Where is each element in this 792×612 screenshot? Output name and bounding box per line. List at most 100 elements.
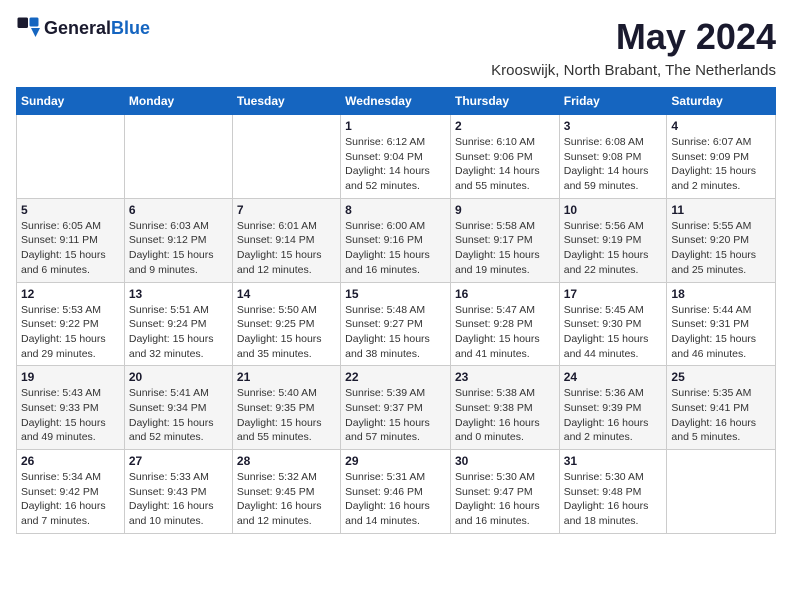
day-cell-4-1: 27Sunrise: 5:33 AM Sunset: 9:43 PM Dayli… <box>124 450 232 534</box>
day-cell-0-1 <box>124 115 232 199</box>
page-container: GeneralBlue May 2024 Krooswijk, North Br… <box>16 16 776 534</box>
logo: GeneralBlue <box>16 16 150 40</box>
day-info: Sunrise: 5:48 AM Sunset: 9:27 PM Dayligh… <box>345 303 446 362</box>
day-cell-2-2: 14Sunrise: 5:50 AM Sunset: 9:25 PM Dayli… <box>232 282 340 366</box>
day-number: 26 <box>21 454 120 468</box>
day-info: Sunrise: 5:58 AM Sunset: 9:17 PM Dayligh… <box>455 219 555 278</box>
day-cell-0-4: 2 Sunrise: 6:10 AM Sunset: 9:06 PM Daylig… <box>450 115 559 199</box>
logo-blue: Blue <box>111 18 150 38</box>
day-number: 21 <box>237 370 336 384</box>
day-info: Sunrise: 6:07 AM Sunset: 9:09 PM Dayligh… <box>671 135 771 194</box>
day-number: 31 <box>564 454 663 468</box>
day-info: Sunrise: 5:38 AM Sunset: 9:38 PM Dayligh… <box>455 386 555 445</box>
day-info: Sunrise: 5:51 AM Sunset: 9:24 PM Dayligh… <box>129 303 228 362</box>
week-row-1: 1 Sunrise: 6:12 AM Sunset: 9:04 PM Daylig… <box>17 115 776 199</box>
day-cell-1-0: 5Sunrise: 6:05 AM Sunset: 9:11 PM Daylig… <box>17 198 125 282</box>
day-number: 8 <box>345 203 446 217</box>
day-cell-0-2 <box>232 115 340 199</box>
day-number: 24 <box>564 370 663 384</box>
day-info: Sunrise: 5:40 AM Sunset: 9:35 PM Dayligh… <box>237 386 336 445</box>
day-cell-4-3: 29 Sunrise: 5:31 AM Sunset: 9:46 PM Dayli… <box>341 450 451 534</box>
day-cell-3-6: 25Sunrise: 5:35 AM Sunset: 9:41 PM Dayli… <box>667 366 776 450</box>
day-info: Sunrise: 5:47 AM Sunset: 9:28 PM Dayligh… <box>455 303 555 362</box>
col-monday: Monday <box>124 88 232 115</box>
day-info: Sunrise: 6:10 AM Sunset: 9:06 PM Dayligh… <box>455 135 555 194</box>
day-cell-1-3: 8 Sunrise: 6:00 AM Sunset: 9:16 PM Daylig… <box>341 198 451 282</box>
day-cell-2-6: 18Sunrise: 5:44 AM Sunset: 9:31 PM Dayli… <box>667 282 776 366</box>
day-cell-4-4: 30 Sunrise: 5:30 AM Sunset: 9:47 PM Dayli… <box>450 450 559 534</box>
col-tuesday: Tuesday <box>232 88 340 115</box>
day-number: 29 <box>345 454 446 468</box>
day-cell-3-3: 22Sunrise: 5:39 AM Sunset: 9:37 PM Dayli… <box>341 366 451 450</box>
day-number: 28 <box>237 454 336 468</box>
generalblue-icon <box>16 16 40 40</box>
day-number: 25 <box>671 370 771 384</box>
day-number: 2 <box>455 119 555 133</box>
day-number: 17 <box>564 287 663 301</box>
day-number: 22 <box>345 370 446 384</box>
week-row-3: 12Sunrise: 5:53 AM Sunset: 9:22 PM Dayli… <box>17 282 776 366</box>
col-wednesday: Wednesday <box>341 88 451 115</box>
day-cell-3-5: 24 Sunrise: 5:36 AM Sunset: 9:39 PM Dayli… <box>559 366 667 450</box>
day-number: 16 <box>455 287 555 301</box>
day-cell-1-4: 9Sunrise: 5:58 AM Sunset: 9:17 PM Daylig… <box>450 198 559 282</box>
day-info: Sunrise: 5:56 AM Sunset: 9:19 PM Dayligh… <box>564 219 663 278</box>
day-cell-3-2: 21 Sunrise: 5:40 AM Sunset: 9:35 PM Dayli… <box>232 366 340 450</box>
day-info: Sunrise: 6:08 AM Sunset: 9:08 PM Dayligh… <box>564 135 663 194</box>
day-cell-1-2: 7 Sunrise: 6:01 AM Sunset: 9:14 PM Daylig… <box>232 198 340 282</box>
day-number: 10 <box>564 203 663 217</box>
col-friday: Friday <box>559 88 667 115</box>
day-number: 5 <box>21 203 120 217</box>
day-number: 18 <box>671 287 771 301</box>
header: GeneralBlue May 2024 <box>16 16 776 58</box>
day-info: Sunrise: 5:45 AM Sunset: 9:30 PM Dayligh… <box>564 303 663 362</box>
location-title: Krooswijk, North Brabant, The Netherland… <box>16 62 776 79</box>
day-info: Sunrise: 5:31 AM Sunset: 9:46 PM Dayligh… <box>345 470 446 529</box>
day-number: 1 <box>345 119 446 133</box>
day-info: Sunrise: 5:32 AM Sunset: 9:45 PM Dayligh… <box>237 470 336 529</box>
day-cell-2-4: 16 Sunrise: 5:47 AM Sunset: 9:28 PM Dayli… <box>450 282 559 366</box>
day-number: 4 <box>671 119 771 133</box>
day-info: Sunrise: 5:43 AM Sunset: 9:33 PM Dayligh… <box>21 386 120 445</box>
day-info: Sunrise: 5:53 AM Sunset: 9:22 PM Dayligh… <box>21 303 120 362</box>
col-saturday: Saturday <box>667 88 776 115</box>
day-cell-4-2: 28 Sunrise: 5:32 AM Sunset: 9:45 PM Dayli… <box>232 450 340 534</box>
day-number: 19 <box>21 370 120 384</box>
col-sunday: Sunday <box>17 88 125 115</box>
day-number: 3 <box>564 119 663 133</box>
week-row-5: 26 Sunrise: 5:34 AM Sunset: 9:42 PM Dayli… <box>17 450 776 534</box>
day-info: Sunrise: 5:36 AM Sunset: 9:39 PM Dayligh… <box>564 386 663 445</box>
day-cell-0-0 <box>17 115 125 199</box>
calendar-body: 1 Sunrise: 6:12 AM Sunset: 9:04 PM Daylig… <box>17 115 776 534</box>
day-number: 27 <box>129 454 228 468</box>
day-info: Sunrise: 5:41 AM Sunset: 9:34 PM Dayligh… <box>129 386 228 445</box>
day-number: 6 <box>129 203 228 217</box>
day-number: 14 <box>237 287 336 301</box>
day-cell-1-5: 10 Sunrise: 5:56 AM Sunset: 9:19 PM Dayli… <box>559 198 667 282</box>
logo-text: GeneralBlue <box>44 18 150 39</box>
logo-general: General <box>44 18 111 38</box>
day-number: 7 <box>237 203 336 217</box>
day-number: 11 <box>671 203 771 217</box>
calendar-table: Sunday Monday Tuesday Wednesday Thursday… <box>16 87 776 534</box>
day-info: Sunrise: 5:34 AM Sunset: 9:42 PM Dayligh… <box>21 470 120 529</box>
month-title: May 2024 <box>616 16 776 58</box>
day-cell-0-6: 4 Sunrise: 6:07 AM Sunset: 9:09 PM Daylig… <box>667 115 776 199</box>
day-info: Sunrise: 5:55 AM Sunset: 9:20 PM Dayligh… <box>671 219 771 278</box>
col-thursday: Thursday <box>450 88 559 115</box>
day-info: Sunrise: 6:01 AM Sunset: 9:14 PM Dayligh… <box>237 219 336 278</box>
day-cell-2-5: 17 Sunrise: 5:45 AM Sunset: 9:30 PM Dayli… <box>559 282 667 366</box>
day-info: Sunrise: 5:30 AM Sunset: 9:48 PM Dayligh… <box>564 470 663 529</box>
day-cell-0-3: 1 Sunrise: 6:12 AM Sunset: 9:04 PM Daylig… <box>341 115 451 199</box>
day-cell-3-0: 19 Sunrise: 5:43 AM Sunset: 9:33 PM Dayli… <box>17 366 125 450</box>
day-info: Sunrise: 6:12 AM Sunset: 9:04 PM Dayligh… <box>345 135 446 194</box>
day-info: Sunrise: 5:30 AM Sunset: 9:47 PM Dayligh… <box>455 470 555 529</box>
day-cell-4-0: 26 Sunrise: 5:34 AM Sunset: 9:42 PM Dayli… <box>17 450 125 534</box>
day-cell-3-1: 20Sunrise: 5:41 AM Sunset: 9:34 PM Dayli… <box>124 366 232 450</box>
day-number: 30 <box>455 454 555 468</box>
calendar-header-row: Sunday Monday Tuesday Wednesday Thursday… <box>17 88 776 115</box>
day-info: Sunrise: 6:00 AM Sunset: 9:16 PM Dayligh… <box>345 219 446 278</box>
week-row-4: 19 Sunrise: 5:43 AM Sunset: 9:33 PM Dayli… <box>17 366 776 450</box>
day-info: Sunrise: 6:03 AM Sunset: 9:12 PM Dayligh… <box>129 219 228 278</box>
week-row-2: 5Sunrise: 6:05 AM Sunset: 9:11 PM Daylig… <box>17 198 776 282</box>
